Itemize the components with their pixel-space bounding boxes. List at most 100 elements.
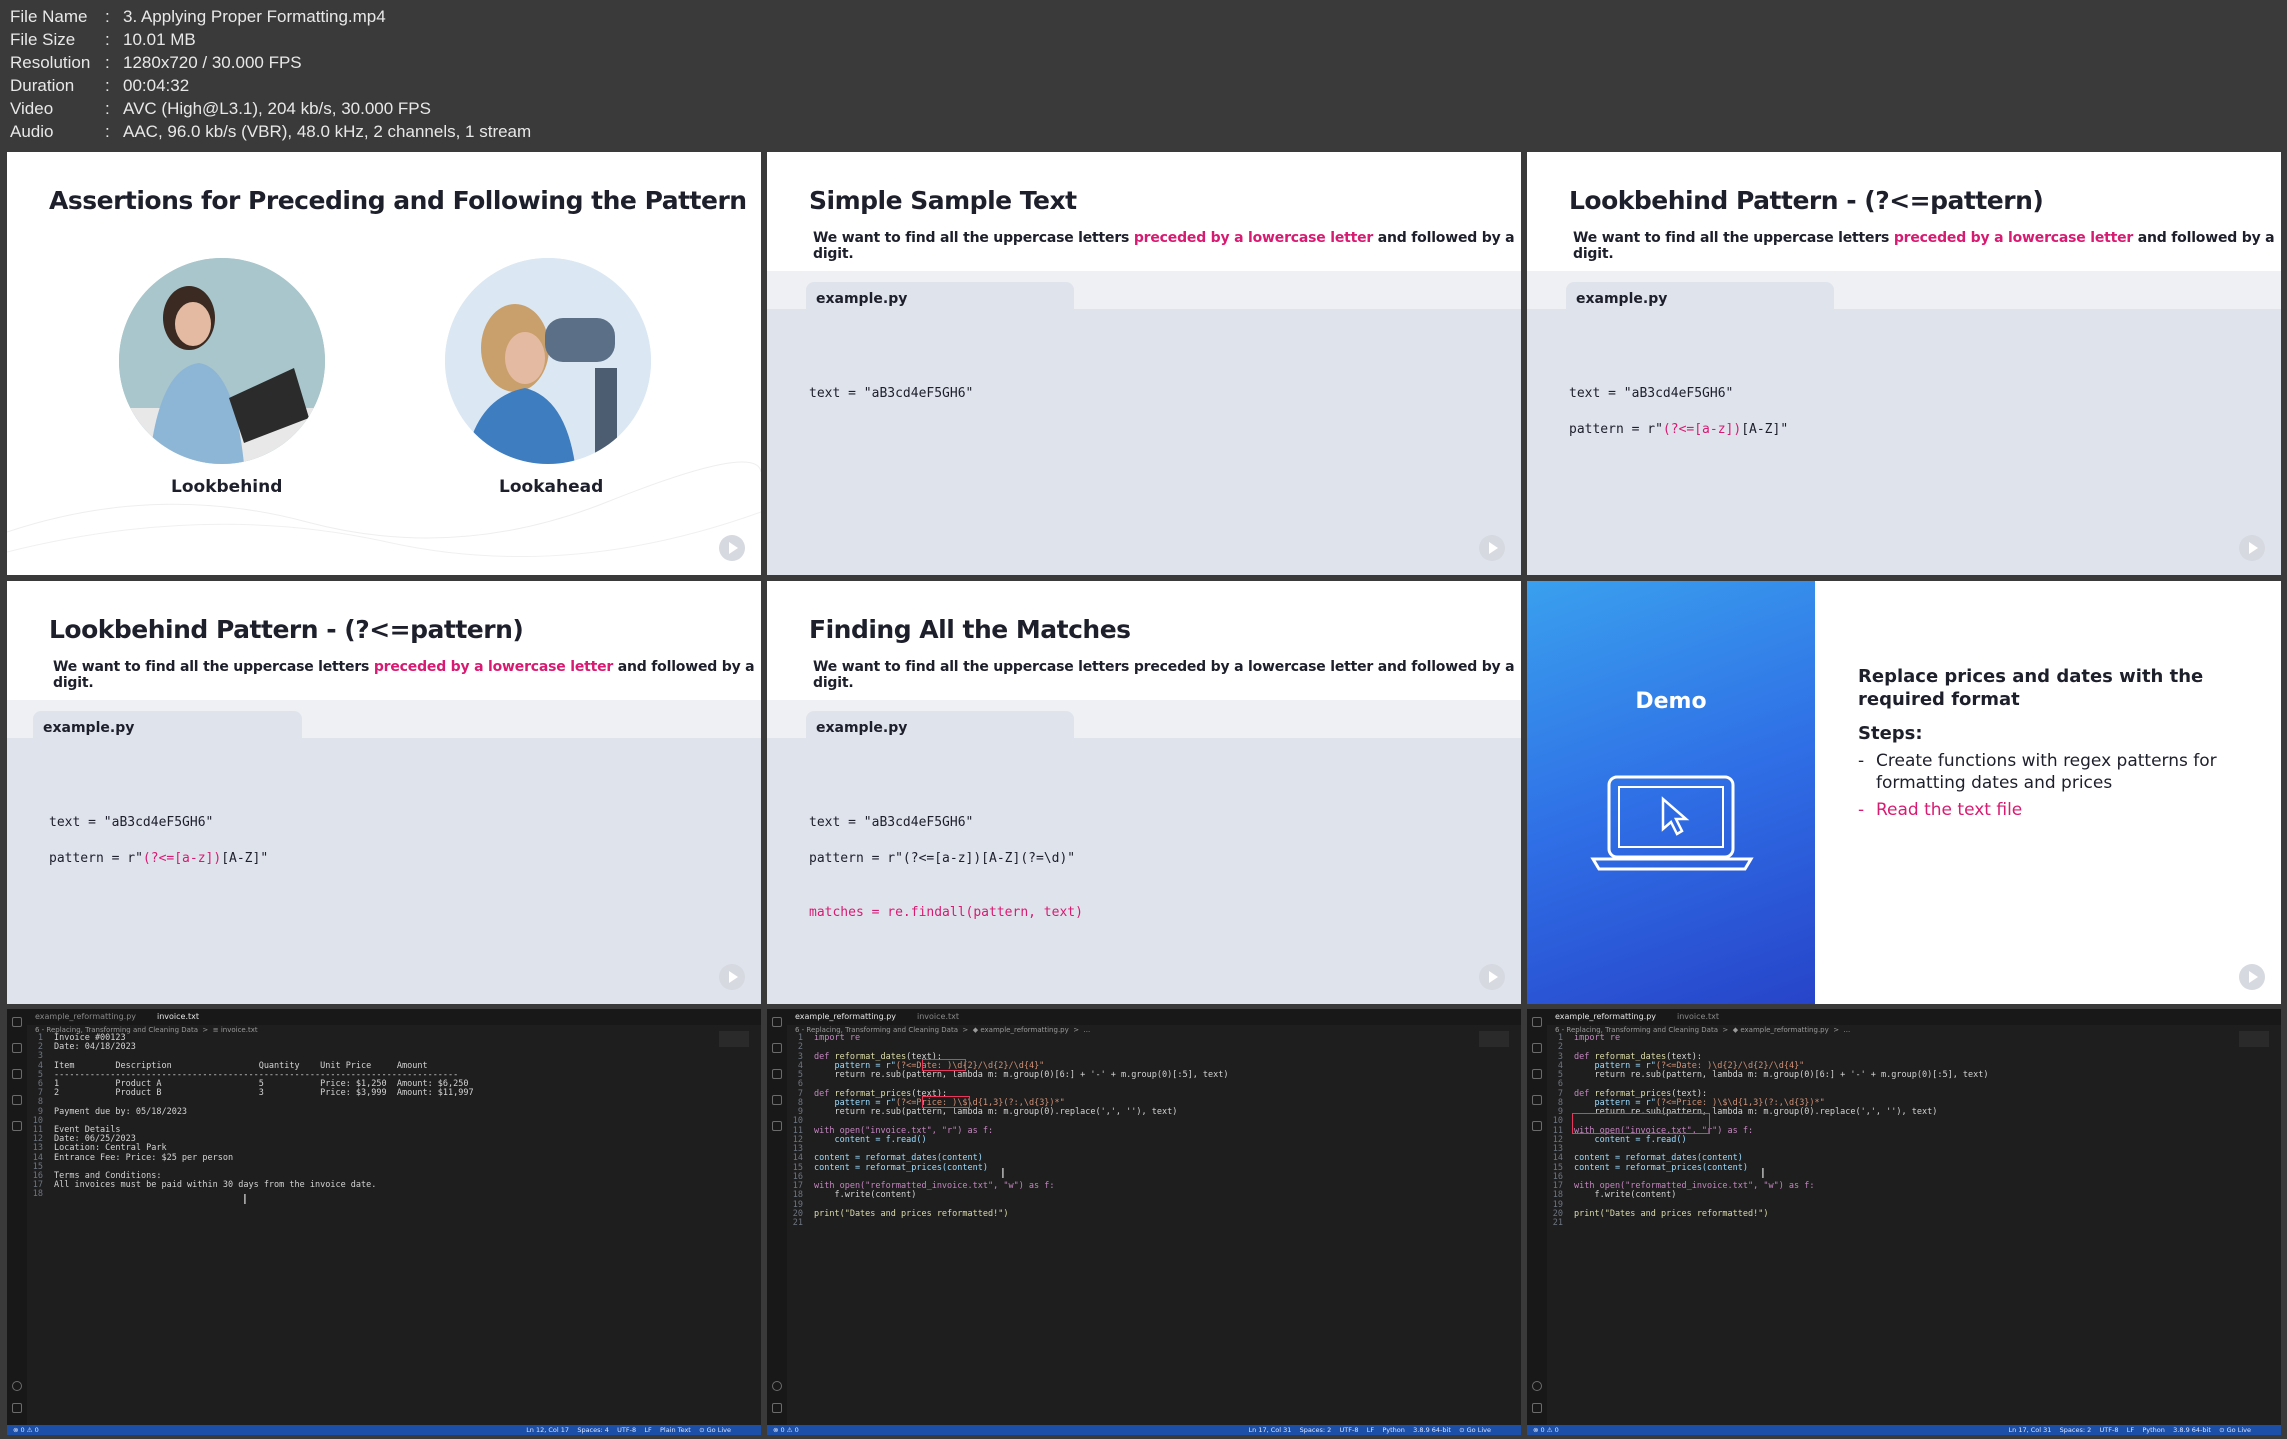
- info-label: File Name: [10, 7, 88, 26]
- slide-title: Assertions for Preceding and Following t…: [49, 186, 747, 215]
- tab-invoice[interactable]: invoice.txt: [1677, 1012, 1719, 1021]
- code-line: print("Dates and prices reformatted!"): [814, 1209, 1008, 1219]
- ide-thumbnail-code-1: example_reformatting.py invoice.txt 6 - …: [767, 1009, 1521, 1435]
- info-label: Video: [10, 99, 54, 118]
- steps-label: Steps:: [1858, 723, 1923, 744]
- status-problems[interactable]: ⊗ 0 ⚠ 0: [773, 1426, 799, 1434]
- code-line-text: text = "aB3cd4eF5GH6": [809, 815, 974, 830]
- slide-title: Simple Sample Text: [809, 186, 1077, 215]
- minimap[interactable]: [2239, 1031, 2269, 1047]
- code-token: return re.sub(pattern, lambda m: m.group…: [814, 1070, 1229, 1080]
- status-bar: ⊗ 0 ⚠ 0 Ln 17, Col 31 Spaces: 2 UTF-8 LF…: [767, 1425, 1521, 1435]
- code-token: pattern = r": [1569, 422, 1663, 437]
- gear-icon[interactable]: [12, 1403, 22, 1413]
- step-dash: -: [1858, 800, 1865, 820]
- info-label: File Size: [10, 30, 76, 49]
- tab-invoice[interactable]: invoice.txt: [157, 1012, 199, 1021]
- code-line-text: text = "aB3cd4eF5GH6": [809, 386, 974, 401]
- status-problems[interactable]: ⊗ 0 ⚠ 0: [13, 1426, 39, 1434]
- subtitle-text: We want to find all the uppercase letter…: [813, 230, 1134, 246]
- source-control-icon[interactable]: [12, 1069, 22, 1079]
- status-info[interactable]: Ln 17, Col 31 Spaces: 2 UTF-8 LF Python …: [2009, 1426, 2251, 1434]
- file-info-row: Audio: AAC, 96.0 kb/s (VBR), 48.0 kHz, 2 …: [10, 120, 2287, 143]
- info-separator: :: [105, 122, 110, 141]
- step-text: Create functions with regex patterns for…: [1876, 751, 2217, 793]
- account-icon[interactable]: [772, 1381, 782, 1391]
- extensions-icon[interactable]: [12, 1121, 22, 1131]
- code-line: import re: [814, 1033, 860, 1043]
- code-token: return re.sub(pattern, lambda m: m.group…: [1574, 1070, 1989, 1080]
- file-info-row: Resolution:1280x720 / 30.000 FPS: [10, 51, 2287, 74]
- play-icon: [2239, 964, 2265, 990]
- code-line-matches: matches = re.findall(pattern, text): [809, 905, 1083, 920]
- slide-subtitle: We want to find all the uppercase letter…: [53, 659, 761, 691]
- account-icon[interactable]: [1532, 1381, 1542, 1391]
- play-icon: [2239, 535, 2265, 561]
- search-icon[interactable]: [12, 1043, 22, 1053]
- code-file-tab: example.py: [806, 711, 1074, 747]
- info-value: 3. Applying Proper Formatting.mp4: [123, 7, 386, 26]
- file-info-row: File Size:10.01 MB: [10, 28, 2287, 51]
- code-line: return re.sub(pattern, lambda m: m.group…: [814, 1107, 1177, 1117]
- status-info[interactable]: Ln 12, Col 17 Spaces: 4 UTF-8 LF Plain T…: [526, 1426, 731, 1434]
- code-token: import re: [1574, 1033, 1621, 1043]
- minimap[interactable]: [719, 1031, 749, 1047]
- code-line: return re.sub(pattern, lambda m: m.group…: [814, 1070, 1229, 1080]
- account-icon[interactable]: [12, 1381, 22, 1391]
- info-value: 00:04:32: [123, 76, 190, 95]
- extensions-icon[interactable]: [772, 1121, 782, 1131]
- source-control-icon[interactable]: [1532, 1069, 1542, 1079]
- tab-example-reformatting[interactable]: example_reformatting.py: [1555, 1012, 1656, 1021]
- extensions-icon[interactable]: [1532, 1121, 1542, 1131]
- slide-title: Finding All the Matches: [809, 615, 1131, 644]
- subtitle-highlight: preceded by a lowercase letter: [373, 659, 614, 675]
- source-control-icon[interactable]: [772, 1069, 782, 1079]
- code-line: f.write(content): [1574, 1190, 1676, 1200]
- slide-subtitle: We want to find all the uppercase letter…: [813, 230, 1521, 262]
- run-debug-icon[interactable]: [1532, 1095, 1542, 1105]
- code-line: content = f.read(): [814, 1135, 926, 1145]
- code-line: content = reformat_prices(content): [1574, 1163, 1748, 1173]
- explorer-icon[interactable]: [1532, 1017, 1542, 1027]
- status-info[interactable]: Ln 17, Col 31 Spaces: 2 UTF-8 LF Python …: [1249, 1426, 1491, 1434]
- editor-line: Entrance Fee: Price: $25 per person: [54, 1152, 234, 1163]
- editor-tabs: example_reformatting.py invoice.txt: [27, 1009, 761, 1025]
- status-problems[interactable]: ⊗ 0 ⚠ 0: [1533, 1426, 1559, 1434]
- search-icon[interactable]: [1532, 1043, 1542, 1053]
- code-token: f.write(content): [1574, 1190, 1677, 1201]
- code-line-pattern: pattern = r"(?<=[a-z])[A-Z]": [49, 851, 268, 866]
- info-value: AVC (High@L3.1), 204 kb/s, 30.000 FPS: [123, 99, 431, 118]
- laptop-cursor-icon: [1590, 775, 1754, 871]
- subtitle-highlight: preceded by a lowercase letter: [1893, 230, 2134, 246]
- highlight-box: [922, 1096, 970, 1108]
- run-debug-icon[interactable]: [772, 1095, 782, 1105]
- info-value: 10.01 MB: [123, 30, 196, 49]
- slide-thumbnail-assertions: Assertions for Preceding and Following t…: [7, 152, 761, 575]
- code-line-pattern: pattern = r"(?<=[a-z])[A-Z](?=\d)": [809, 851, 1076, 866]
- step-item: - Create functions with regex patterns fo…: [1858, 750, 2256, 794]
- lookbehind-photo: [119, 258, 325, 464]
- tab-invoice[interactable]: invoice.txt: [917, 1012, 959, 1021]
- text-cursor-icon: I: [1761, 1167, 1765, 1182]
- run-debug-icon[interactable]: [12, 1095, 22, 1105]
- code-token: [A-Z]": [1741, 422, 1789, 437]
- minimap[interactable]: [1479, 1031, 1509, 1047]
- play-icon: [1479, 535, 1505, 561]
- text-cursor-icon: I: [243, 1193, 247, 1208]
- gear-icon[interactable]: [1532, 1403, 1542, 1413]
- status-bar: ⊗ 0 ⚠ 0 Ln 12, Col 17 Spaces: 4 UTF-8 LF…: [7, 1425, 761, 1435]
- gear-icon[interactable]: [772, 1403, 782, 1413]
- code-token: pattern = r": [49, 851, 143, 866]
- demo-label: Demo: [1635, 689, 1707, 714]
- search-icon[interactable]: [772, 1043, 782, 1053]
- tab-example-reformatting[interactable]: example_reformatting.py: [795, 1012, 896, 1021]
- slide-thumbnail-lookbehind-1: Lookbehind Pattern - (?<=pattern) We wan…: [1527, 152, 2281, 575]
- code-file-tab: example.py: [1566, 282, 1834, 318]
- code-token: content = f.read(): [1574, 1134, 1687, 1145]
- explorer-icon[interactable]: [772, 1017, 782, 1027]
- file-info-header: File Name: 3. Applying Proper Formatting.…: [0, 0, 2287, 150]
- code-file-tab: example.py: [33, 711, 302, 747]
- explorer-icon[interactable]: [12, 1017, 22, 1027]
- file-info-row: Duration:00:04:32: [10, 74, 2287, 97]
- tab-example-reformatting[interactable]: example_reformatting.py: [35, 1012, 136, 1021]
